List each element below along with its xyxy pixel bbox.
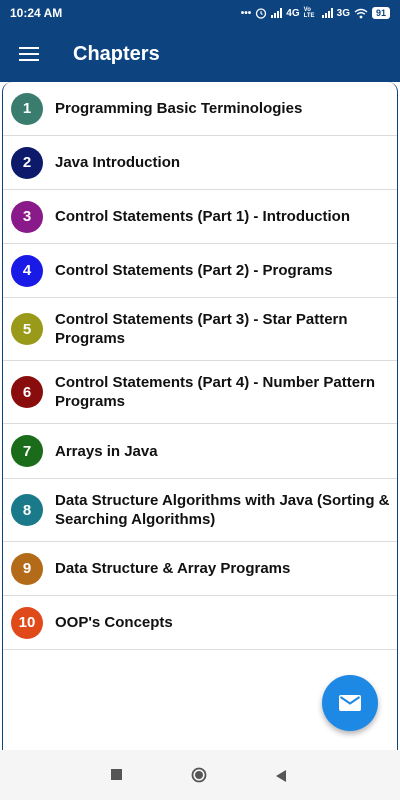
chapter-title: Control Statements (Part 1) - Introducti… <box>55 208 351 225</box>
chapter-number-badge: 7 <box>11 435 43 467</box>
chapter-title: Arrays in Java <box>55 442 158 460</box>
chapter-number-badge: 3 <box>11 200 43 233</box>
system-nav-bar <box>0 750 400 800</box>
chapter-number-badge: 2 <box>11 146 43 179</box>
chapter-item-7[interactable]: 7 Arrays in Java <box>3 424 397 479</box>
chapter-item-4[interactable]: 4 Control Statements (Part 2) - Programs <box>3 244 397 298</box>
status-bar: 10:24 AM ••• 4G Vo LTE 3G 91 <box>0 0 400 26</box>
hamburger-icon[interactable] <box>19 47 39 61</box>
chapter-item-8[interactable]: 8 Data Structure Algorithms with Java (S… <box>3 479 397 542</box>
chapter-title: OOP's Concepts <box>55 614 173 631</box>
network-4g-label: 4G <box>286 7 300 19</box>
chapter-list: 1 Programming Basic Terminologies 2 Java… <box>2 82 398 750</box>
chapter-item-10[interactable]: 10 OOP's Concepts <box>3 596 397 650</box>
chapter-number-badge: 10 <box>11 606 43 639</box>
mail-icon <box>339 695 361 711</box>
chapter-title: Java Introduction <box>55 154 181 171</box>
recents-square-icon[interactable] <box>111 769 122 780</box>
chapter-item-3[interactable]: 3 Control Statements (Part 1) - Introduc… <box>3 190 397 244</box>
signal-icon <box>271 8 283 18</box>
chapter-title: Data Structure & Array Programs <box>55 560 291 577</box>
back-triangle-icon[interactable] <box>275 769 287 787</box>
dots-icon: ••• <box>240 7 252 19</box>
chapter-number-badge: 5 <box>11 313 43 345</box>
chapter-number-badge: 6 <box>11 376 43 408</box>
chapter-item-6[interactable]: 6 Control Statements (Part 4) - Number P… <box>3 361 397 424</box>
chapter-item-9[interactable]: 9 Data Structure & Array Programs <box>3 542 397 596</box>
wifi-icon <box>354 8 368 18</box>
network-3g-label: 3G <box>336 7 350 19</box>
chapter-title: Programming Basic Terminologies <box>55 100 303 117</box>
alarm-icon <box>256 8 267 19</box>
chapter-title: Control Statements (Part 3) - Star Patte… <box>55 311 348 347</box>
chapter-item-1[interactable]: 1 Programming Basic Terminologies <box>3 82 397 136</box>
chapter-title: Data Structure Algorithms with Java (Sor… <box>55 492 390 528</box>
chapter-number-badge: 4 <box>11 254 43 287</box>
page-title: Chapters <box>73 42 160 65</box>
chapter-item-5[interactable]: 5 Control Statements (Part 3) - Star Pat… <box>3 298 397 361</box>
signal-icon <box>321 8 333 18</box>
status-icons: ••• 4G Vo LTE 3G 91 <box>241 7 390 19</box>
chapter-number-badge: 8 <box>11 494 43 526</box>
mail-fab-button[interactable] <box>322 675 378 731</box>
battery-icon: 91 <box>371 7 390 19</box>
chapter-number-badge: 1 <box>11 92 43 125</box>
chapter-title: Control Statements (Part 2) - Programs <box>55 262 333 279</box>
chapter-item-2[interactable]: 2 Java Introduction <box>3 136 397 190</box>
volte-label: Vo LTE <box>303 7 315 19</box>
status-time: 10:24 AM <box>10 6 63 20</box>
chapter-number-badge: 9 <box>11 552 43 585</box>
app-bar: Chapters <box>0 26 400 82</box>
chapter-title: Control Statements (Part 4) - Number Pat… <box>55 374 376 410</box>
home-circle-icon[interactable] <box>191 767 207 788</box>
